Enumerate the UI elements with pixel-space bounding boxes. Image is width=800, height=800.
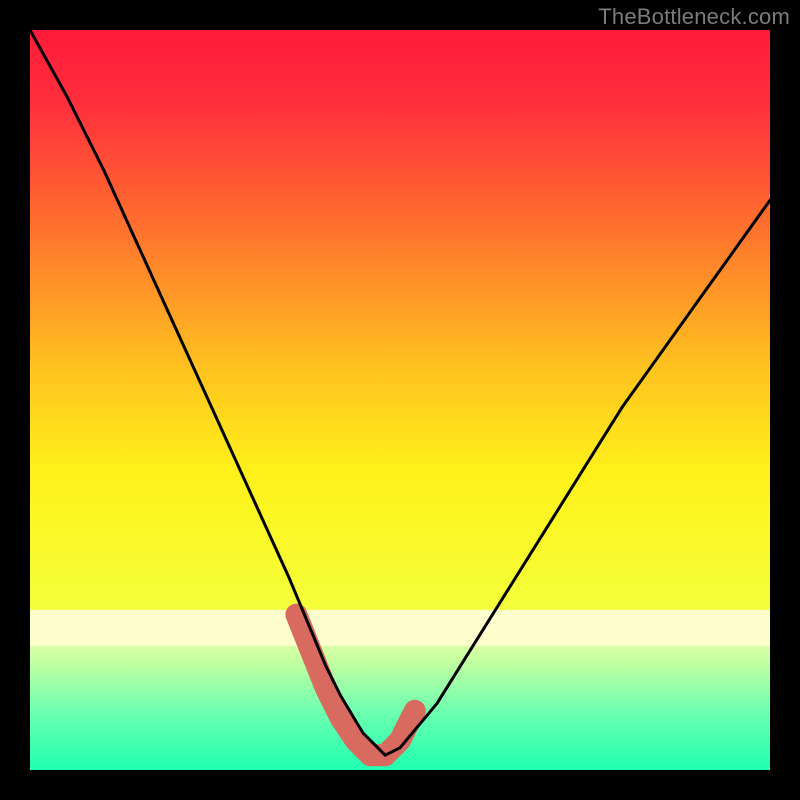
watermark-text: TheBottleneck.com xyxy=(598,4,790,30)
pale-band xyxy=(30,610,770,646)
bottleneck-plot xyxy=(30,30,770,770)
gradient-background xyxy=(30,30,770,770)
chart-frame: TheBottleneck.com xyxy=(0,0,800,800)
